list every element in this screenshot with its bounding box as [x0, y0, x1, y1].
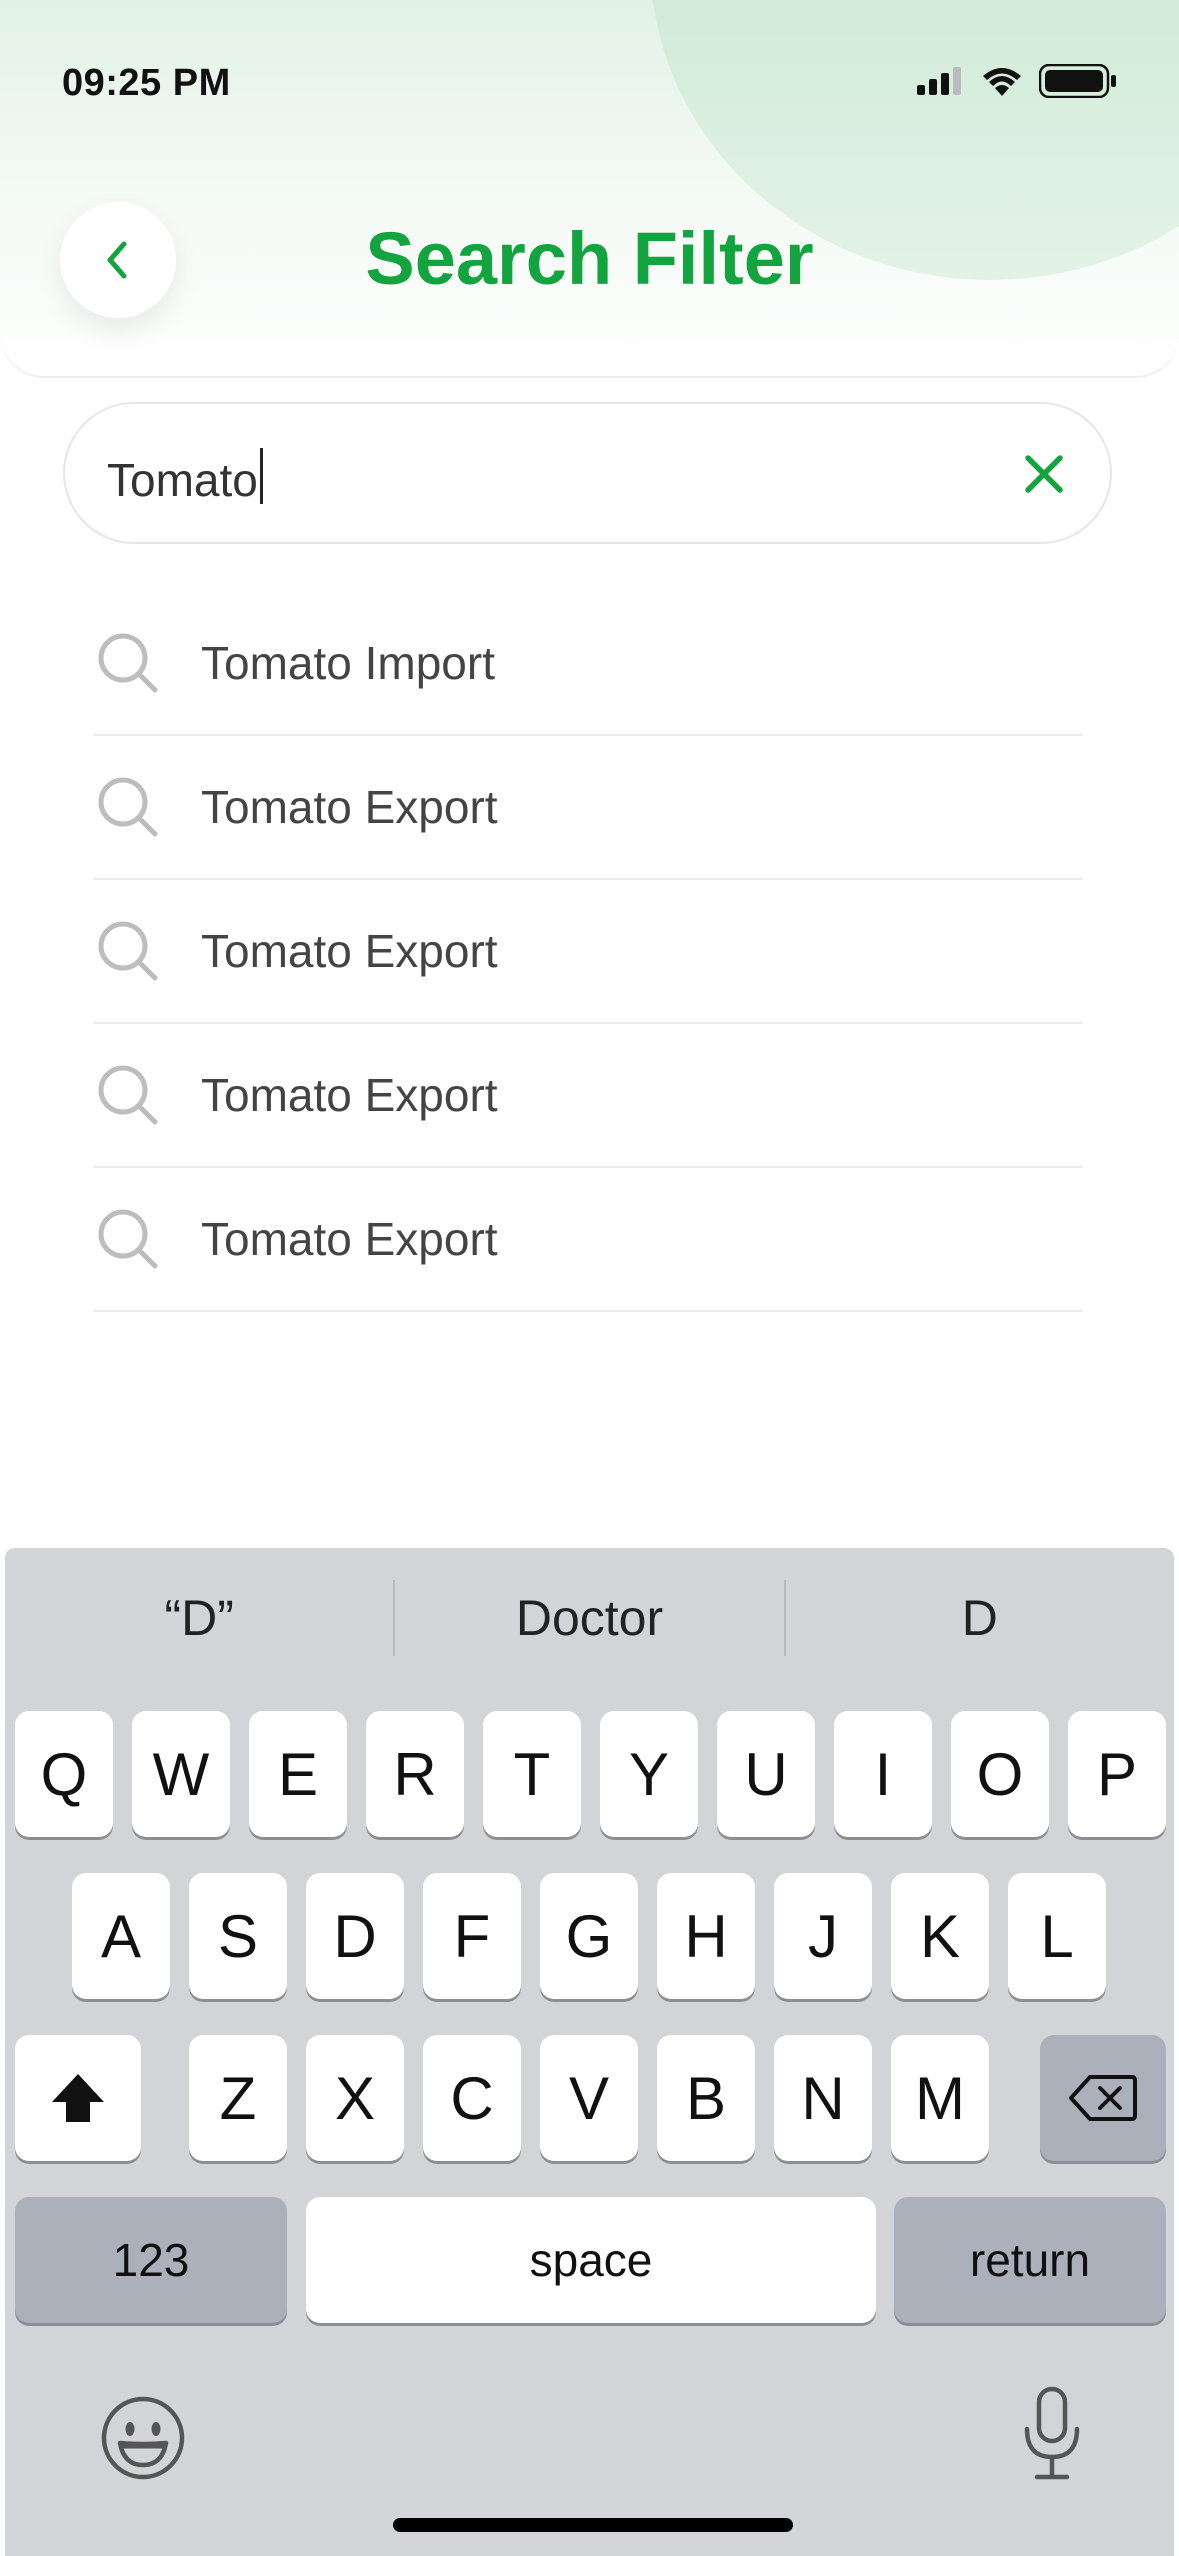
- cellular-signal-icon: [917, 67, 961, 95]
- emoji-button[interactable]: [95, 2390, 191, 2486]
- search-icon: [97, 632, 159, 694]
- key-n[interactable]: N: [774, 2035, 872, 2161]
- suggestion-label: Tomato Export: [201, 781, 498, 833]
- microphone-icon: [1024, 2386, 1080, 2480]
- text-caret: [259, 448, 263, 504]
- key-b[interactable]: B: [657, 2035, 755, 2161]
- space-key[interactable]: space: [306, 2197, 876, 2323]
- key-j[interactable]: J: [774, 1873, 872, 1999]
- key-k[interactable]: K: [891, 1873, 989, 1999]
- suggestion-item[interactable]: Tomato Export: [93, 1168, 1083, 1312]
- home-indicator[interactable]: [393, 2518, 793, 2532]
- key-o[interactable]: O: [951, 1711, 1049, 1837]
- search-field[interactable]: Tomato: [63, 402, 1112, 544]
- shift-key[interactable]: [15, 2035, 141, 2161]
- prediction-quoted[interactable]: “D”: [5, 1589, 393, 1647]
- numbers-key[interactable]: 123: [15, 2197, 287, 2323]
- key-w[interactable]: W: [132, 1711, 230, 1837]
- suggestion-label: Tomato Export: [201, 1069, 498, 1121]
- key-i[interactable]: I: [834, 1711, 932, 1837]
- prediction-letter[interactable]: D: [786, 1589, 1174, 1647]
- key-z[interactable]: Z: [189, 2035, 287, 2161]
- status-time: 09:25 PM: [62, 62, 231, 104]
- suggestion-list: Tomato Import Tomato Export Tomato Expor…: [93, 592, 1083, 1312]
- prediction-bar: “D” Doctor D: [5, 1548, 1174, 1688]
- key-g[interactable]: G: [540, 1873, 638, 1999]
- key-m[interactable]: M: [891, 2035, 989, 2161]
- search-icon: [97, 1064, 159, 1126]
- search-icon: [97, 776, 159, 838]
- key-f[interactable]: F: [423, 1873, 521, 1999]
- wifi-icon: [983, 68, 1021, 96]
- key-t[interactable]: T: [483, 1711, 581, 1837]
- suggestion-item[interactable]: Tomato Import: [93, 592, 1083, 736]
- key-u[interactable]: U: [717, 1711, 815, 1837]
- key-r[interactable]: R: [366, 1711, 464, 1837]
- key-q[interactable]: Q: [15, 1711, 113, 1837]
- delete-key[interactable]: [1040, 2035, 1166, 2161]
- suggestion-label: Tomato Export: [201, 925, 498, 977]
- clear-search-button[interactable]: [1018, 448, 1070, 500]
- key-x[interactable]: X: [306, 2035, 404, 2161]
- search-input[interactable]: Tomato: [107, 448, 263, 507]
- battery-icon: [1039, 64, 1116, 98]
- backspace-icon: [1069, 2075, 1137, 2121]
- key-h[interactable]: H: [657, 1873, 755, 1999]
- key-p[interactable]: P: [1068, 1711, 1166, 1837]
- key-v[interactable]: V: [540, 2035, 638, 2161]
- suggestion-label: Tomato Import: [201, 637, 495, 689]
- suggestion-label: Tomato Export: [201, 1213, 498, 1265]
- return-key[interactable]: return: [894, 2197, 1166, 2323]
- key-a[interactable]: A: [72, 1873, 170, 1999]
- emoji-icon: [101, 2396, 185, 2480]
- close-icon: [1025, 455, 1063, 493]
- prediction-word[interactable]: Doctor: [395, 1589, 783, 1647]
- key-e[interactable]: E: [249, 1711, 347, 1837]
- key-y[interactable]: Y: [600, 1711, 698, 1837]
- key-c[interactable]: C: [423, 2035, 521, 2161]
- key-l[interactable]: L: [1008, 1873, 1106, 1999]
- suggestion-item[interactable]: Tomato Export: [93, 736, 1083, 880]
- search-input-value: Tomato: [107, 454, 258, 506]
- key-s[interactable]: S: [189, 1873, 287, 1999]
- page-title: Search Filter: [365, 217, 814, 300]
- search-icon: [97, 1208, 159, 1270]
- shift-icon: [52, 2074, 104, 2122]
- dictation-button[interactable]: [1007, 2384, 1097, 2484]
- header: [0, 0, 1179, 378]
- keyboard: “D” Doctor D Q W E R T Y U I O P A S D F…: [5, 1548, 1174, 2556]
- suggestion-item[interactable]: Tomato Export: [93, 1024, 1083, 1168]
- suggestion-item[interactable]: Tomato Export: [93, 880, 1083, 1024]
- key-d[interactable]: D: [306, 1873, 404, 1999]
- search-icon: [97, 920, 159, 982]
- status-icons: [917, 64, 1117, 98]
